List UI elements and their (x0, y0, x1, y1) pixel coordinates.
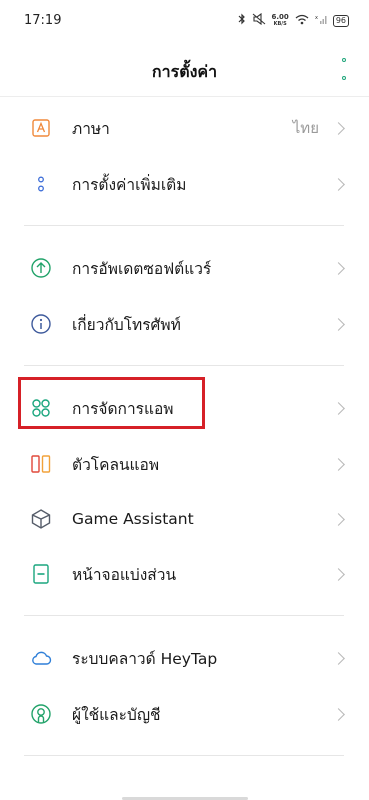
chevron-right-icon (332, 457, 345, 471)
highlight-box (18, 377, 205, 429)
status-bar: 17:19 6.00 KB/S x 96 (0, 0, 369, 44)
bluetooth-icon (238, 13, 246, 28)
settings-item-app-clone[interactable]: ตัวโคลนแอพ (0, 436, 369, 492)
wifi-icon (295, 14, 309, 28)
chevron-right-icon (332, 401, 345, 415)
battery-indicator: 96 (332, 14, 349, 27)
settings-item-value: ไทย (292, 119, 319, 137)
settings-item-label: การอัพเดตซอฟต์แวร์ (72, 259, 212, 278)
game-assistant-icon (30, 508, 52, 530)
network-speed-value: 6.00 (271, 12, 289, 21)
cloud-icon (30, 647, 52, 669)
chevron-right-icon (332, 651, 345, 665)
about-phone-icon (30, 313, 52, 335)
chevron-right-icon (332, 707, 345, 721)
settings-item-label: ระบบคลาวด์ HeyTap (72, 649, 218, 668)
more-options-button[interactable] (339, 58, 349, 80)
split-screen-icon (30, 563, 52, 585)
chevron-right-icon (332, 512, 345, 526)
more-dot-icon (342, 76, 346, 80)
chevron-right-icon (332, 121, 345, 135)
more-dot-icon (342, 58, 346, 62)
svg-text:x: x (315, 15, 318, 21)
settings-item-about-phone[interactable]: เกี่ยวกับโทรศัพท์ (0, 296, 369, 352)
settings-item-cloud[interactable]: ระบบคลาวด์ HeyTap (0, 630, 369, 686)
divider (24, 615, 344, 616)
mute-icon (252, 12, 266, 28)
software-update-icon (30, 257, 52, 279)
users-accounts-icon (30, 703, 52, 725)
chevron-right-icon (332, 567, 345, 581)
divider (0, 96, 369, 97)
network-speed-unit: KB/S (273, 20, 287, 27)
settings-item-label: ภาษา (72, 119, 110, 138)
settings-item-more-settings[interactable]: การตั้งค่าเพิ่มเติม (0, 156, 369, 212)
settings-item-users-accounts[interactable]: ผู้ใช้และบัญชี (0, 686, 369, 742)
settings-item-software-update[interactable]: การอัพเดตซอฟต์แวร์ (0, 240, 369, 296)
more-settings-icon (30, 173, 52, 195)
chevron-right-icon (332, 177, 345, 191)
settings-item-label: เกี่ยวกับโทรศัพท์ (72, 315, 181, 334)
chevron-right-icon (332, 261, 345, 275)
page-title: การตั้งค่า (151, 62, 218, 81)
divider (24, 225, 344, 226)
settings-item-label: Game Assistant (72, 510, 194, 528)
settings-item-label: การตั้งค่าเพิ่มเติม (72, 175, 187, 194)
chevron-right-icon (332, 317, 345, 331)
signal-icon: x (315, 14, 327, 28)
settings-item-language[interactable]: ภาษา ไทย (0, 100, 369, 156)
divider (24, 365, 344, 366)
settings-item-label: หน้าจอแบ่งส่วน (72, 565, 177, 584)
settings-item-label: ผู้ใช้และบัญชี (72, 705, 161, 724)
settings-item-game-assistant[interactable]: Game Assistant (0, 491, 369, 547)
network-speed: 6.00 KB/S (271, 12, 289, 28)
settings-item-split-screen[interactable]: หน้าจอแบ่งส่วน (0, 546, 369, 602)
app-clone-icon (30, 453, 52, 475)
status-time: 17:19 (24, 13, 62, 28)
status-icons: 6.00 KB/S x 96 (238, 12, 349, 28)
divider (24, 755, 344, 756)
settings-item-label: ตัวโคลนแอพ (72, 455, 160, 474)
app-header: การตั้งค่า (0, 44, 369, 96)
language-icon (30, 117, 52, 139)
